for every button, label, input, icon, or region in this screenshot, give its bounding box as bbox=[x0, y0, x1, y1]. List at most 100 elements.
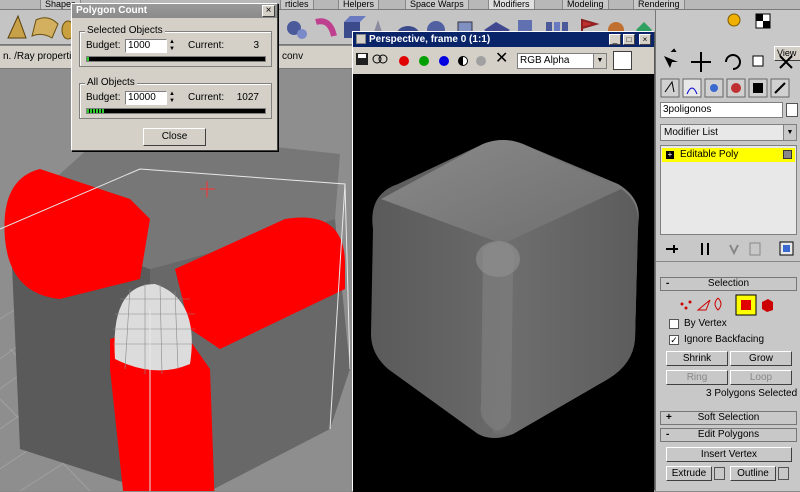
border-subobject-icon[interactable] bbox=[714, 297, 722, 311]
toolbar-icon-capsule[interactable] bbox=[315, 18, 337, 37]
toolbar-icon-tube[interactable] bbox=[31, 17, 59, 39]
cross-icon[interactable] bbox=[779, 55, 793, 69]
render-canvas bbox=[353, 74, 654, 492]
selected-budget-input[interactable]: 1000 bbox=[125, 39, 167, 53]
edit-polygons-label: Edit Polygons bbox=[697, 429, 760, 440]
soft-selection-label: Soft Selection bbox=[697, 412, 760, 423]
tab-motion-icon[interactable] bbox=[726, 78, 746, 98]
loop-button[interactable]: Loop bbox=[730, 370, 792, 385]
toolbar-icon-cone[interactable] bbox=[7, 14, 27, 39]
vertex-subobject-icon[interactable] bbox=[680, 300, 692, 310]
tab-helpers[interactable]: Helpers bbox=[338, 0, 380, 9]
move-icon[interactable] bbox=[691, 52, 711, 72]
green-channel-icon[interactable] bbox=[419, 56, 429, 66]
checker-icon[interactable] bbox=[755, 13, 771, 29]
extrude-settings-icon[interactable] bbox=[714, 467, 725, 480]
outline-settings-icon[interactable] bbox=[778, 467, 789, 480]
all-objects-label: All Objects bbox=[85, 77, 137, 88]
render-window-icon bbox=[356, 34, 366, 44]
blue-channel-icon[interactable] bbox=[439, 56, 449, 66]
all-progress-fill bbox=[87, 109, 106, 113]
soft-selection-rollout-header[interactable]: + Soft Selection bbox=[660, 411, 797, 425]
channel-select[interactable]: RGB Alpha ▼ bbox=[517, 53, 607, 69]
chevron-down-icon[interactable]: ▼ bbox=[593, 54, 606, 68]
status-text: n. /Ray propertie bbox=[3, 51, 77, 62]
panel-divider bbox=[656, 261, 800, 262]
tab-modeling[interactable]: Modeling bbox=[562, 0, 609, 9]
configure-sets-icon[interactable] bbox=[779, 241, 794, 256]
selection-rollout-label: Selection bbox=[707, 278, 750, 289]
selected-budget-spinner[interactable]: ▲ ▼ bbox=[168, 39, 176, 53]
stack-item-editable-poly[interactable]: + Editable Poly bbox=[662, 148, 795, 162]
selection-rollout-header[interactable]: - Selection bbox=[660, 277, 797, 291]
object-name-input[interactable]: 3poligonos bbox=[660, 102, 783, 118]
all-current-value: 1027 bbox=[236, 92, 259, 103]
shrink-button[interactable]: Shrink bbox=[666, 351, 728, 366]
pin-stack-icon[interactable] bbox=[666, 245, 678, 253]
maximize-button[interactable]: □ bbox=[623, 34, 635, 45]
extrude-button[interactable]: Extrude bbox=[666, 466, 712, 481]
modifier-list-label: Modifier List bbox=[664, 127, 718, 138]
save-icon[interactable] bbox=[356, 53, 368, 65]
toolbar-icon-sphere-group[interactable] bbox=[287, 21, 307, 39]
window-close-button[interactable]: × bbox=[639, 34, 651, 45]
selection-status: 3 Polygons Selected bbox=[706, 388, 798, 399]
tab-hierarchy-icon[interactable] bbox=[704, 78, 724, 98]
tab-modifiers[interactable]: Modifiers bbox=[488, 0, 535, 9]
selected-progress-fill bbox=[87, 57, 89, 61]
all-budget-input[interactable]: 10000 bbox=[125, 91, 167, 105]
chevron-down-icon[interactable]: ▼ bbox=[783, 125, 796, 140]
object-color-swatch[interactable] bbox=[786, 103, 798, 117]
modifier-list-dropdown[interactable]: Modifier List ▼ bbox=[660, 124, 797, 141]
edge-subobject-icon[interactable] bbox=[696, 299, 711, 311]
by-vertex-checkbox[interactable] bbox=[669, 319, 679, 329]
outline-button[interactable]: Outline bbox=[730, 466, 776, 481]
tab-utilities-icon[interactable] bbox=[770, 78, 790, 98]
mono-channel-icon[interactable] bbox=[458, 56, 468, 66]
expand-icon[interactable]: + bbox=[666, 151, 674, 159]
stack-item-label: Editable Poly bbox=[680, 149, 739, 160]
remove-modifier-icon[interactable] bbox=[749, 242, 761, 256]
close-button[interactable]: Close bbox=[143, 128, 206, 146]
command-panel: View 3poligonos Modifier List ▼ + Editab… bbox=[655, 10, 800, 491]
tab-rendering[interactable]: Rendering bbox=[633, 0, 685, 9]
rotate-icon[interactable] bbox=[725, 54, 741, 70]
gear-icon[interactable] bbox=[727, 13, 741, 27]
command-panel-tabs bbox=[660, 78, 797, 100]
minimize-button[interactable]: _ bbox=[609, 34, 621, 45]
element-subobject-icon[interactable] bbox=[762, 299, 773, 312]
scale-icon[interactable] bbox=[752, 55, 764, 67]
tab-create-icon[interactable] bbox=[660, 78, 680, 98]
close-icon[interactable]: × bbox=[262, 5, 275, 17]
color-swatch[interactable] bbox=[613, 51, 632, 70]
tab-space-warps[interactable]: Space Warps bbox=[405, 0, 469, 9]
show-end-result-icon[interactable] bbox=[701, 243, 709, 255]
insert-vertex-button[interactable]: Insert Vertex bbox=[666, 447, 792, 462]
clone-icon[interactable] bbox=[372, 54, 388, 64]
all-progress-bar bbox=[86, 108, 266, 114]
selected-budget-label: Budget: bbox=[86, 40, 121, 51]
select-icon[interactable] bbox=[664, 56, 678, 68]
make-unique-icon[interactable] bbox=[729, 244, 739, 256]
selected-current-label: Current: bbox=[188, 40, 225, 51]
ignore-backfacing-checkbox[interactable]: ✓ bbox=[669, 335, 679, 345]
red-channel-icon[interactable] bbox=[399, 56, 409, 66]
grow-button[interactable]: Grow bbox=[730, 351, 792, 366]
all-budget-spinner[interactable]: ▲ ▼ bbox=[168, 91, 176, 105]
tab-modify-icon[interactable] bbox=[682, 78, 702, 98]
rollout-expand-icon: + bbox=[666, 412, 672, 423]
alpha-channel-icon[interactable] bbox=[476, 56, 486, 66]
ring-button[interactable]: Ring bbox=[666, 370, 728, 385]
tab-display-icon[interactable] bbox=[748, 78, 768, 98]
channel-select-value: RGB Alpha bbox=[520, 55, 570, 66]
rendered-rounded-cube bbox=[371, 140, 639, 438]
all-objects-group: All Objects Budget: 10000 ▲ ▼ Current: 10… bbox=[79, 77, 272, 119]
selected-current-value: 3 bbox=[253, 40, 259, 51]
tab-particles[interactable]: rticles bbox=[280, 0, 314, 9]
clear-icon[interactable]: ✕ bbox=[495, 51, 508, 67]
edit-polygons-rollout-header[interactable]: - Edit Polygons bbox=[660, 428, 797, 442]
render-window: Perspective, frame 0 (1:1) _ □ × ✕ RGB A… bbox=[352, 31, 655, 492]
stack-item-toggle-icon[interactable] bbox=[783, 150, 792, 159]
polygon-subobject-icon[interactable] bbox=[735, 294, 757, 316]
all-current-label: Current: bbox=[188, 92, 225, 103]
